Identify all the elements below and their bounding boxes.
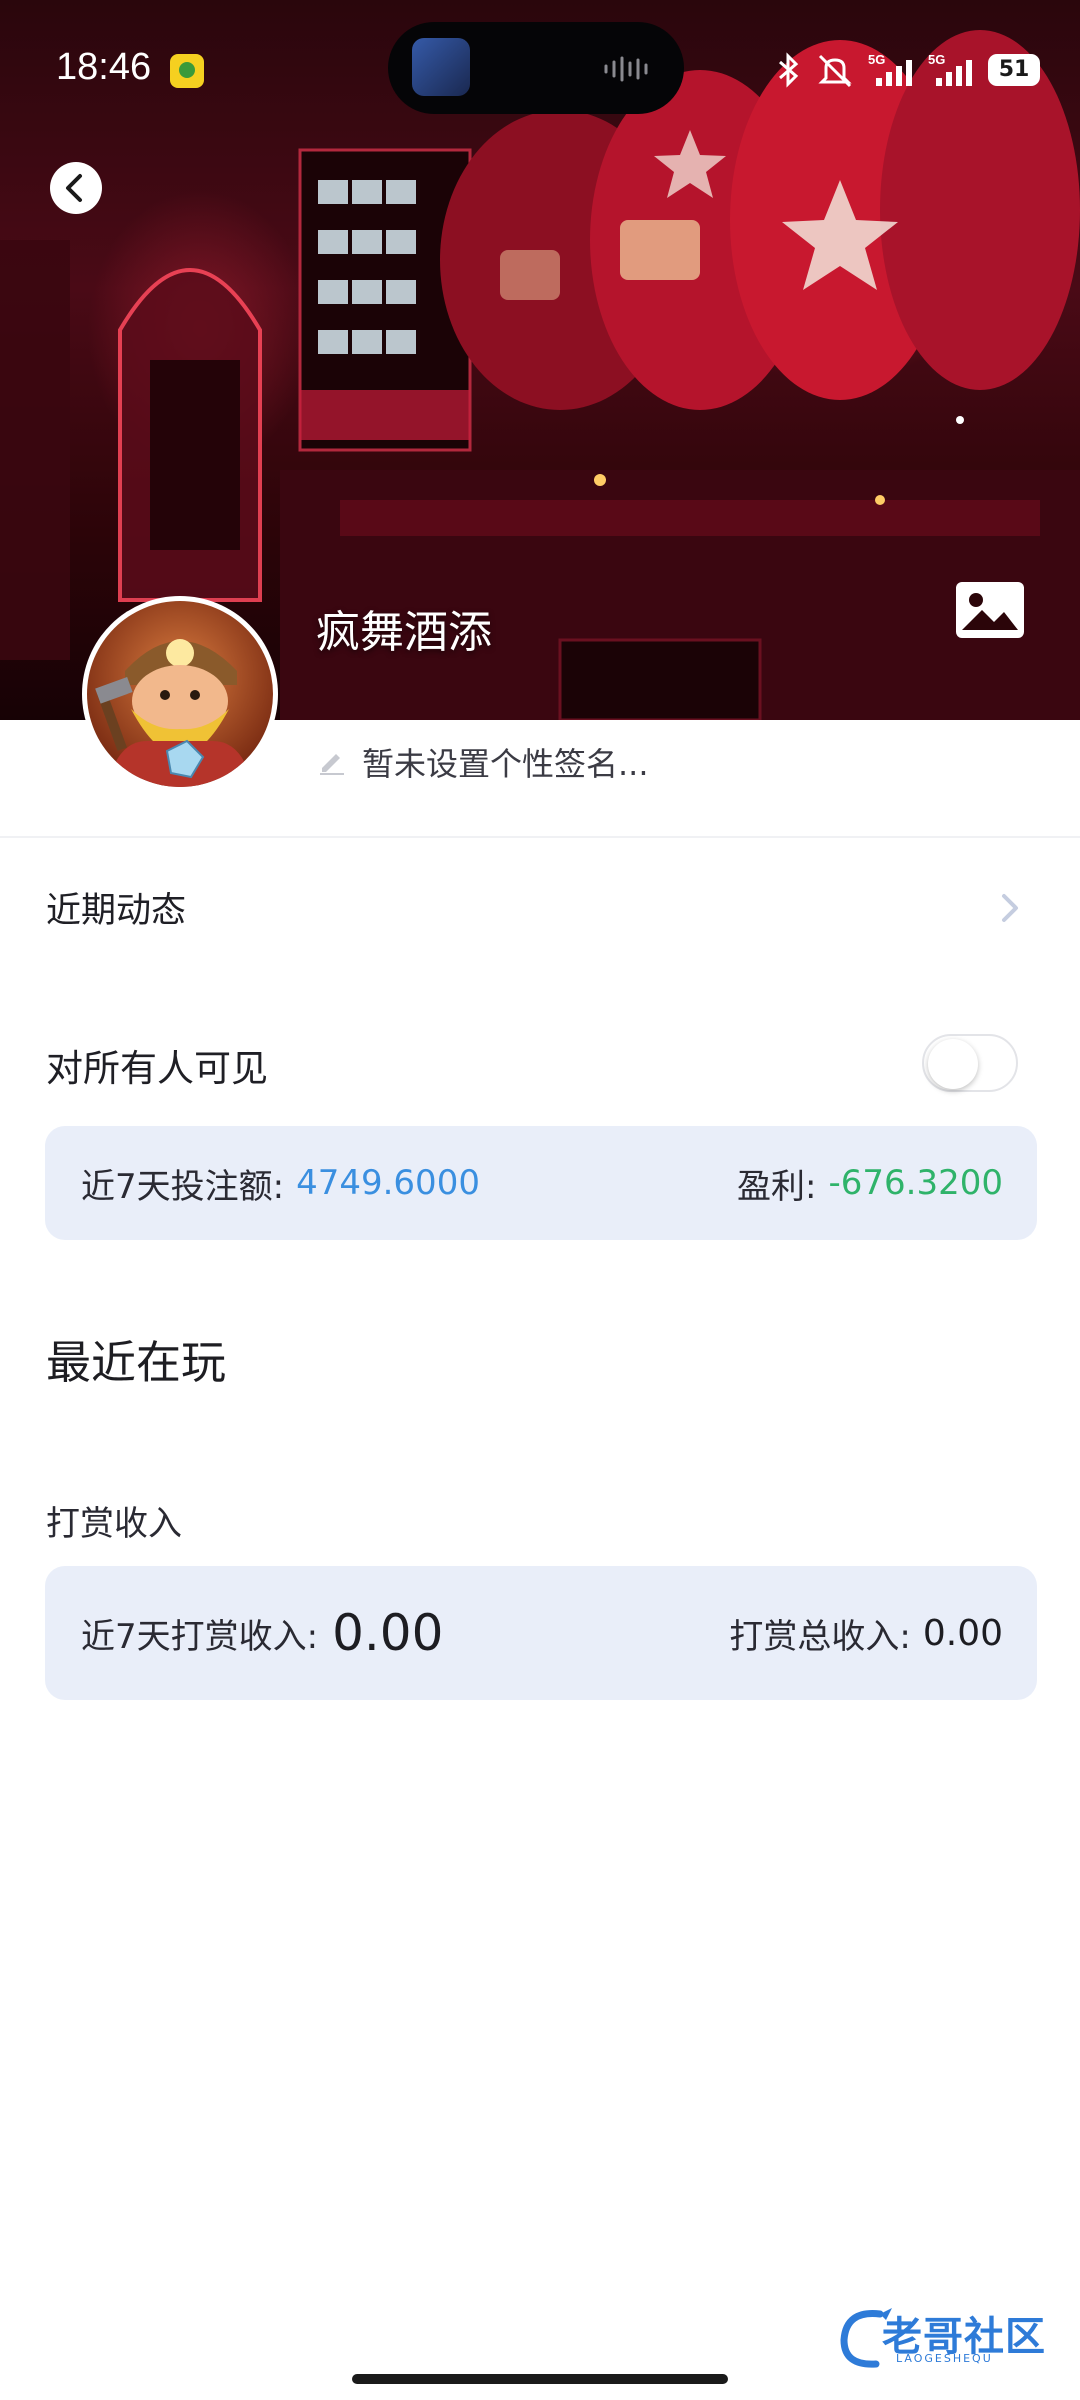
toggle-knob [928,1039,978,1089]
recent-activity-label: 近期动态 [46,891,187,931]
signature-text: 暂未设置个性签名... [362,745,649,783]
app-notification-icon [170,54,204,88]
status-bar: 18:46 5G 5G 51 [0,0,1080,140]
change-cover-button[interactable] [954,580,1026,640]
image-icon [956,582,1024,638]
reward-week: 近7天打赏收入: 0.00 [81,1566,443,1700]
reward-income-title: 打赏收入 [46,1504,182,1544]
back-button[interactable] [50,162,102,214]
status-icons: 5G 5G 51 [776,50,1040,90]
bluetooth-icon [779,52,799,88]
pencil-icon [320,754,344,775]
bet-value: 4749.6000 [296,1163,480,1203]
watermark-subtext: LAOGESHEQU [896,2352,993,2365]
reward-total-value: 0.00 [922,1612,1003,1654]
recently-playing-title: 最近在玩 [46,1336,227,1389]
signal-icon-2: 5G [928,52,972,86]
reward-income-card: 近7天打赏收入: 0.00 打赏总收入: 0.00 [45,1566,1037,1700]
avatar[interactable] [82,596,278,792]
mute-icon [818,54,852,88]
bet-label: 近7天投注额: [81,1166,285,1207]
watermark-logo: 老哥社区 LAOGESHEQU [836,2298,1066,2374]
home-indicator[interactable] [352,2374,728,2384]
reward-week-label: 近7天打赏收入: [81,1616,319,1657]
dynamic-island[interactable] [388,22,684,114]
chevron-right-icon [1002,894,1018,922]
signal-icon: 5G [868,52,912,86]
reward-total-label: 打赏总收入: [729,1616,911,1657]
signature-row[interactable]: 暂未设置个性签名... [318,740,649,784]
username: 疯舞酒添 [316,607,492,658]
visibility-row: 对所有人可见 [0,1020,1080,1110]
media-thumbnail [412,38,470,96]
svg-text:5G: 5G [928,52,945,67]
audio-wave-icon [604,56,648,82]
profit-label: 盈利: [737,1166,817,1207]
divider [0,836,1080,838]
recent-activity-row[interactable]: 近期动态 [0,860,1080,950]
back-arrow-icon [66,174,82,202]
reward-total: 打赏总收入: 0.00 [729,1566,1003,1700]
battery-icon: 51 [988,54,1040,86]
profit: 盈利: -676.3200 [737,1126,1003,1240]
clock: 18:46 [56,46,152,88]
reward-week-value: 0.00 [332,1604,444,1662]
bet-amount: 近7天投注额: 4749.6000 [81,1126,480,1240]
visibility-toggle[interactable] [922,1034,1018,1092]
svg-text:5G: 5G [868,52,885,67]
visibility-label: 对所有人可见 [46,1047,268,1090]
profit-value: -676.3200 [828,1163,1004,1203]
avatar-image [87,601,273,787]
betting-summary-card: 近7天投注额: 4749.6000 盈利: -676.3200 [45,1126,1037,1240]
